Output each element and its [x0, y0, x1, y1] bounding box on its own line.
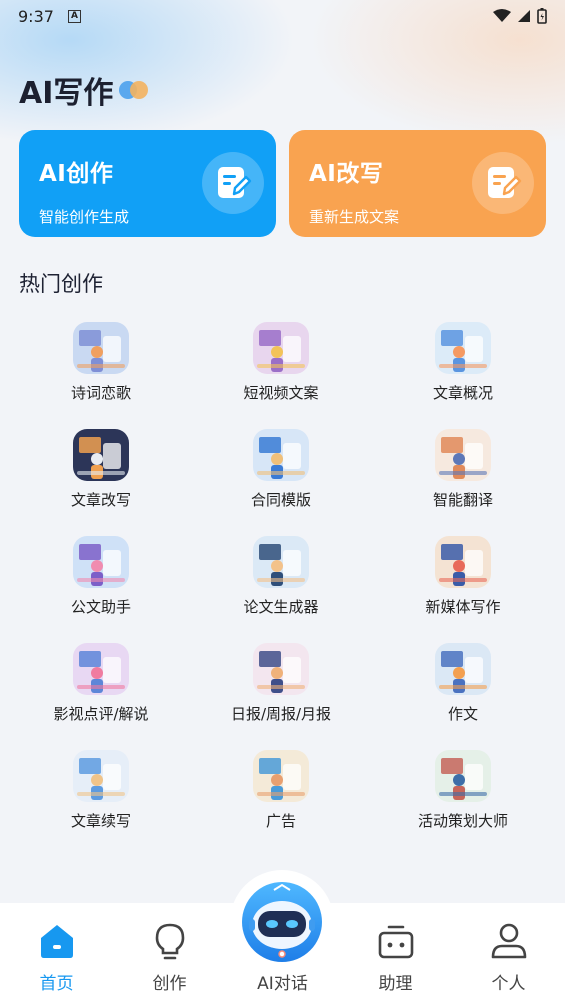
illustration-thumbnail — [73, 429, 129, 481]
grid-item-label: 文章改写 — [70, 491, 131, 509]
grid-item-label: 作文 — [447, 705, 478, 723]
ai-create-card[interactable]: AI创作 智能创作生成 — [19, 130, 276, 237]
grid-item[interactable]: 文章续写 — [21, 750, 181, 831]
assistant-icon — [378, 925, 414, 959]
grid-item[interactable]: 影视点评/解说 — [21, 643, 181, 724]
grid-item-label: 合同模版 — [250, 491, 311, 509]
illustration-thumbnail — [253, 750, 309, 802]
page-title: AI写作 — [19, 68, 151, 112]
tab-create[interactable]: 创作 — [113, 903, 226, 1004]
grid-item[interactable]: 诗词恋歌 — [21, 322, 181, 403]
grid-item[interactable]: 公文助手 — [21, 536, 181, 617]
grid-item-label: 影视点评/解说 — [53, 705, 149, 723]
grid-item[interactable]: 短视频文案 — [201, 322, 361, 403]
grid-item-label: 活动策划大师 — [417, 812, 508, 830]
ai-rewrite-card[interactable]: AI改写 重新生成文案 — [289, 130, 546, 237]
home-icon — [41, 925, 73, 958]
tab-profile-label: 个人 — [491, 974, 526, 994]
illustration-thumbnail — [435, 429, 491, 481]
illustration-thumbnail — [435, 536, 491, 588]
grid-item-label: 诗词恋歌 — [70, 384, 131, 402]
grid-item-label: 智能翻译 — [432, 491, 493, 509]
wifi-icon — [493, 9, 511, 22]
grid-item-label: 公文助手 — [70, 598, 131, 616]
tab-assistant[interactable]: 助理 — [339, 903, 452, 1004]
status-time: 9:37 — [18, 6, 54, 26]
illustration-thumbnail — [73, 322, 129, 374]
status-indicators — [493, 8, 547, 24]
title-logo-icon — [119, 79, 151, 101]
grid-item[interactable]: 新媒体写作 — [383, 536, 543, 617]
grid-item[interactable]: 文章概况 — [383, 322, 543, 403]
person-icon — [491, 923, 527, 959]
grid-item[interactable]: 作文 — [383, 643, 543, 724]
grid-item[interactable]: 合同模版 — [201, 429, 361, 510]
battery-icon — [537, 8, 547, 24]
tab-home[interactable]: 首页 — [0, 903, 113, 1004]
robot-icon[interactable] — [241, 881, 323, 963]
illustration-thumbnail — [435, 643, 491, 695]
edit-doc-icon — [472, 152, 534, 214]
grid-item-label: 短视频文案 — [243, 384, 319, 402]
illustration-thumbnail — [253, 429, 309, 481]
grid-item[interactable]: 论文生成器 — [201, 536, 361, 617]
grid-item-label: 文章概况 — [432, 384, 493, 402]
illustration-thumbnail — [253, 643, 309, 695]
lightbulb-icon — [155, 923, 185, 960]
illustration-thumbnail — [435, 750, 491, 802]
section-title: 热门创作 — [19, 272, 103, 296]
notification-icon: A — [67, 9, 81, 23]
grid-item-label: 文章续写 — [70, 812, 131, 830]
grid-item-label: 日报/周报/月报 — [230, 705, 332, 723]
edit-doc-icon — [202, 152, 264, 214]
tab-create-label: 创作 — [152, 974, 187, 994]
grid-item[interactable]: 智能翻译 — [383, 429, 543, 510]
tab-assistant-label: 助理 — [378, 974, 413, 994]
illustration-thumbnail — [435, 322, 491, 374]
grid-item[interactable]: 广告 — [201, 750, 361, 831]
illustration-thumbnail — [253, 536, 309, 588]
status-bar: 9:37 A — [0, 0, 565, 32]
grid-item[interactable]: 文章改写 — [21, 429, 181, 510]
tab-home-label: 首页 — [39, 974, 74, 994]
grid-item-label: 论文生成器 — [243, 598, 319, 616]
illustration-thumbnail — [73, 536, 129, 588]
grid-item[interactable]: 活动策划大师 — [383, 750, 543, 831]
grid-item[interactable]: 日报/周报/月报 — [201, 643, 361, 724]
illustration-thumbnail — [73, 643, 129, 695]
grid-item-label: 新媒体写作 — [425, 598, 501, 616]
grid-item-label: 广告 — [265, 812, 296, 830]
page-title-text: AI写作 — [19, 76, 114, 111]
tab-profile[interactable]: 个人 — [452, 903, 565, 1004]
signal-icon — [518, 10, 530, 22]
illustration-thumbnail — [253, 322, 309, 374]
illustration-thumbnail — [73, 750, 129, 802]
